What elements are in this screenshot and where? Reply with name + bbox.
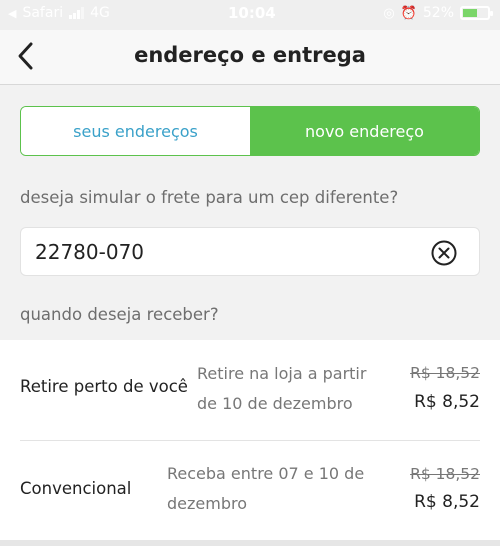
- clock: 10:04: [228, 4, 276, 22]
- option-name: Convencional: [20, 479, 132, 498]
- address-tabs: seus endereços novo endereço: [20, 106, 480, 156]
- alarm-icon: ⏰: [400, 5, 417, 21]
- tab-saved-addresses[interactable]: seus endereços: [21, 107, 250, 155]
- option-desc-line1: Retire na loja a partir: [197, 364, 367, 383]
- cep-field: [20, 227, 480, 276]
- delivery-option-pickup[interactable]: Retire perto de você Retire na loja a pa…: [0, 340, 500, 440]
- bottom-strip: [0, 540, 500, 546]
- signal-icon: [69, 7, 85, 19]
- status-left: ◀ Safari 4G: [8, 5, 110, 21]
- clear-icon[interactable]: [431, 240, 457, 266]
- option-price: R$ 8,52: [414, 492, 480, 512]
- delivery-question: quando deseja receber?: [20, 305, 219, 324]
- battery-percent: 52%: [422, 5, 454, 21]
- orientation-lock-icon: ◎: [383, 5, 395, 21]
- cep-question: deseja simular o frete para um cep difer…: [20, 188, 399, 207]
- back-to-app-icon[interactable]: ◀: [8, 7, 16, 20]
- cep-input[interactable]: [35, 238, 415, 266]
- option-old-price: R$ 18,52: [410, 465, 480, 483]
- delivery-option-standard[interactable]: Convencional Receba entre 07 e 10 de dez…: [0, 441, 500, 540]
- option-desc-line1: Receba entre 07 e 10 de: [167, 464, 365, 483]
- status-bar: ◀ Safari 4G 10:04 ◎ ⏰ 52%: [0, 0, 500, 30]
- page-title: endereço e entrega: [134, 43, 366, 67]
- option-name: Retire perto de você: [20, 377, 188, 396]
- network-label: 4G: [90, 5, 110, 21]
- status-right: ◎ ⏰ 52%: [383, 5, 493, 21]
- tab-new-address[interactable]: novo endereço: [250, 107, 479, 155]
- option-desc-line2: dezembro: [167, 494, 247, 513]
- battery-icon: [460, 6, 493, 20]
- option-desc-line2: de 10 de dezembro: [197, 394, 353, 413]
- delivery-options: Retire perto de você Retire na loja a pa…: [0, 340, 500, 540]
- option-price: R$ 8,52: [414, 392, 480, 412]
- option-old-price: R$ 18,52: [410, 364, 480, 382]
- navigation-bar: endereço e entrega: [0, 30, 500, 85]
- back-app-label[interactable]: Safari: [22, 5, 63, 21]
